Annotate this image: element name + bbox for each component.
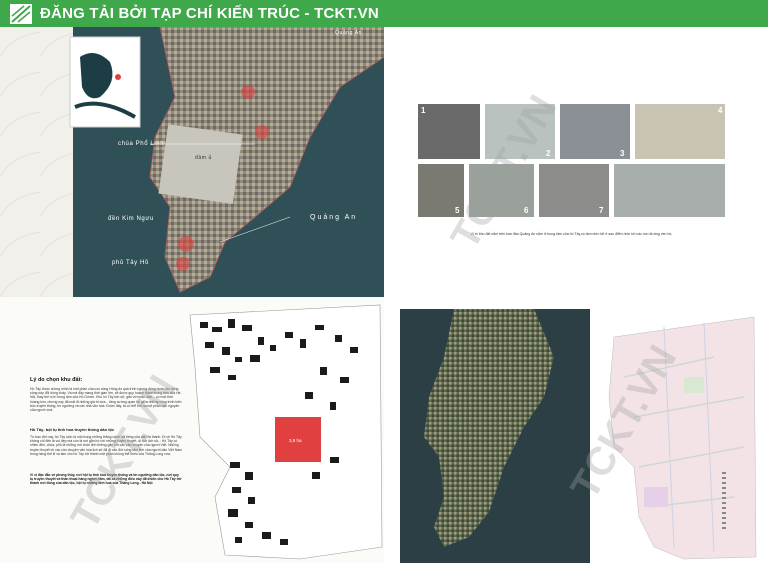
site-area xyxy=(158,124,243,204)
photo-number: 1 xyxy=(421,106,426,115)
photo-8 xyxy=(614,164,725,217)
site-reason-sheet: 3,8 ha Lý do chọn khu đất: Hồ Tây được c… xyxy=(0,297,384,563)
label-pho-tay-ho: phủ Tây Hồ xyxy=(112,260,149,266)
photo-number: 7 xyxy=(599,206,604,215)
map-corner-label: Quảng An xyxy=(335,30,363,36)
banner-title: ĐĂNG TẢI BỞI TẠP CHÍ KIẾN TRÚC - TCKT.VN xyxy=(40,5,379,22)
photo-number: 6 xyxy=(524,206,529,215)
satellite-map xyxy=(0,27,384,297)
reasons-subheading: Hồ Tây- bội tụ tinh hoa truyền thống dân… xyxy=(30,427,115,432)
photo-1 xyxy=(418,104,480,159)
satellite-sheet: Quảng An chùa Phổ Linh đầm ủ đền Kim Ngư… xyxy=(0,27,384,297)
aerial-and-landuse xyxy=(400,309,762,563)
photo-number: 2 xyxy=(546,149,551,158)
photo-4 xyxy=(635,104,725,159)
label-chua-pho-linh: chùa Phổ Linh xyxy=(118,141,165,147)
tckt-logo-icon xyxy=(10,3,32,24)
label-quang-an: Quảng An xyxy=(310,214,358,221)
label-den-kim-nguu: đền Kim Ngưu xyxy=(108,216,154,222)
publisher-banner: ĐĂNG TẢI BỞI TẠP CHÍ KIẾN TRÚC - TCKT.VN xyxy=(0,0,768,27)
photo-sheet: 1 2 3 4 5 6 7 Vị trí khu đất nằm trên bá… xyxy=(384,27,768,297)
photo-number: 4 xyxy=(718,106,723,115)
photo-number: 3 xyxy=(620,149,625,158)
site-area-label: 3,8 ha xyxy=(289,438,302,443)
label-site: đầm ủ xyxy=(195,155,212,161)
reasons-heading: Lý do chọn khu đất: xyxy=(30,377,83,383)
aerial-landuse-sheet xyxy=(384,297,768,563)
